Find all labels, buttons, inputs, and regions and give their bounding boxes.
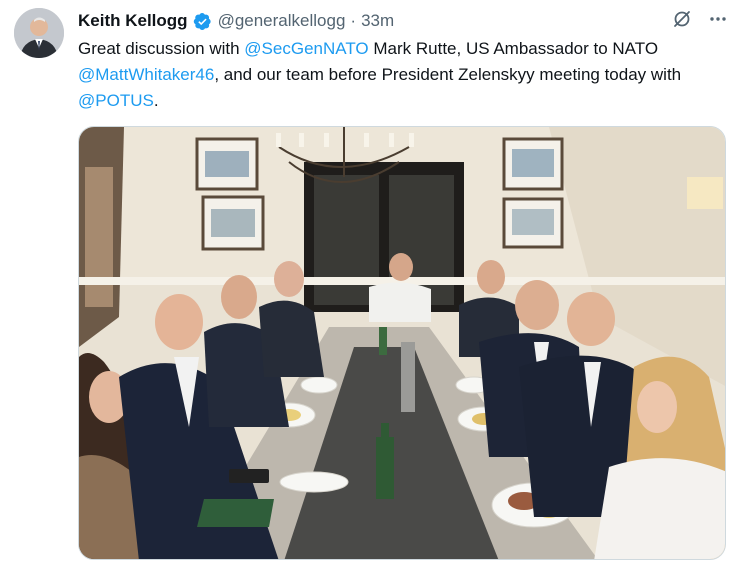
avatar-image bbox=[14, 8, 64, 58]
verified-badge-icon bbox=[193, 12, 211, 30]
meeting-photo bbox=[79, 127, 725, 559]
avatar[interactable] bbox=[14, 8, 64, 58]
author-handle[interactable]: @generalkellogg bbox=[218, 11, 346, 31]
tweet-text-part: . bbox=[153, 91, 159, 110]
separator-dot: · bbox=[350, 11, 357, 30]
author-name[interactable]: Keith Kellogg bbox=[78, 11, 188, 31]
tweet: Keith Kellogg @generalkellogg · 33m Grea… bbox=[0, 0, 740, 568]
grok-icon[interactable] bbox=[672, 9, 692, 29]
tweet-text-part: , and our team before President Zelensky… bbox=[214, 65, 682, 84]
tweet-text-part: Mark Rutte, US Ambassador to NATO bbox=[368, 39, 659, 58]
more-icon[interactable] bbox=[708, 9, 728, 29]
tweet-photo[interactable] bbox=[78, 126, 726, 560]
tweet-actions bbox=[672, 9, 728, 29]
tweet-timestamp[interactable]: 33m bbox=[361, 11, 394, 31]
tweet-text: Great discussion with @SecGenNATO Mark R… bbox=[78, 36, 728, 114]
tweet-header: Keith Kellogg @generalkellogg · 33m bbox=[78, 9, 726, 33]
mention-link[interactable]: @POTUS bbox=[78, 91, 154, 110]
mention-link[interactable]: @MattWhitaker46 bbox=[78, 65, 214, 84]
mention-link[interactable]: @SecGenNATO bbox=[244, 39, 368, 58]
tweet-text-part: Great discussion with bbox=[78, 39, 245, 58]
